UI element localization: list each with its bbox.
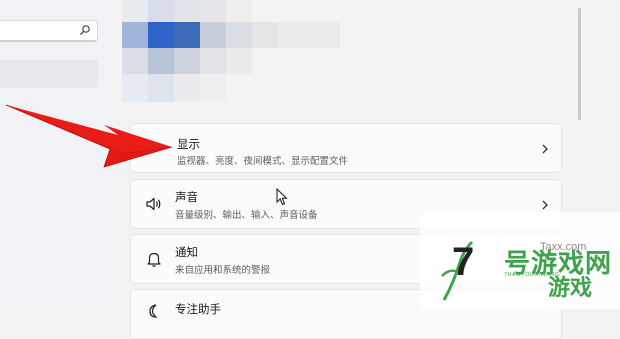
bell-icon	[147, 252, 161, 267]
search-input[interactable]	[0, 20, 98, 42]
moon-icon	[149, 304, 158, 318]
scrollbar[interactable]	[578, 8, 581, 120]
mouse-cursor-icon	[276, 188, 288, 206]
chevron-right-icon	[542, 144, 548, 154]
card-title: 声音	[175, 190, 198, 204]
card-title: 显示	[177, 137, 200, 151]
sidebar-item-selected[interactable]	[0, 60, 98, 88]
watermark-url: Taxx.com	[540, 241, 587, 253]
card-subtitle: 监视器、亮度、夜间模式、显示配置文件	[177, 156, 349, 167]
card-subtitle: 来自应用和系统的警报	[175, 265, 271, 276]
red-arrow-annotation	[5, 104, 173, 168]
search-icon	[80, 25, 90, 35]
watermark-number: 7	[452, 240, 475, 284]
settings-card-display[interactable]: 显示 监视器、亮度、夜间模式、显示配置文件	[130, 123, 562, 173]
watermark-tagline: 游戏	[548, 276, 593, 301]
card-title: 专注助手	[175, 302, 221, 316]
card-title: 通知	[175, 245, 198, 259]
speaker-icon	[146, 197, 161, 211]
chevron-right-icon	[542, 200, 548, 210]
card-subtitle: 音量级别、输出、输入、声音设备	[175, 210, 318, 221]
